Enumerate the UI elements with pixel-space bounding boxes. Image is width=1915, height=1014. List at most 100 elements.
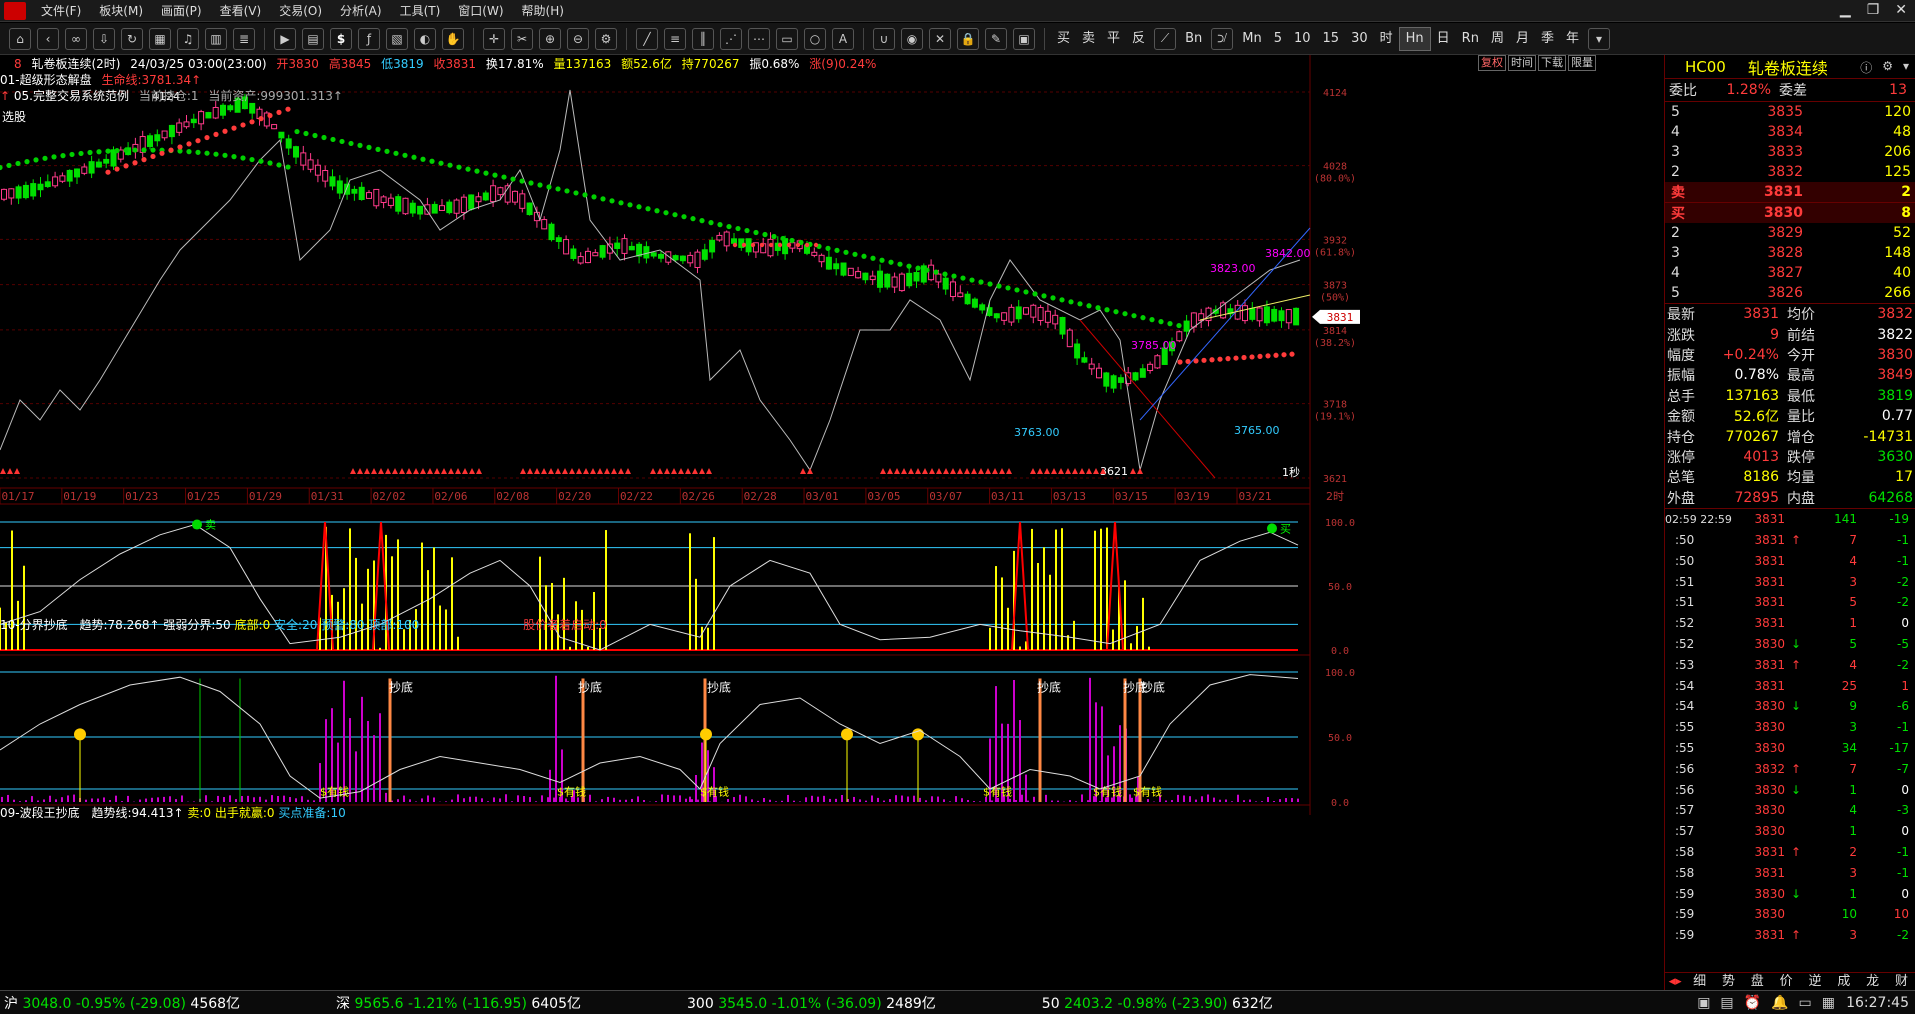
alarm-icon[interactable]: ⏰	[1744, 995, 1761, 1011]
magnet-icon[interactable]: ∪	[873, 27, 895, 50]
period-day[interactable]: 日	[1431, 28, 1456, 50]
index-sz[interactable]: 深 9565.6 -1.21% (-116.95) 6405亿	[336, 993, 581, 1013]
restore-icon[interactable]: ❐	[1867, 2, 1880, 18]
play-icon[interactable]: ▶	[274, 27, 296, 50]
period-30[interactable]: 30	[1345, 28, 1374, 50]
tick-list[interactable]: 02:59 22:59 3831 141 -19:50 3831 ↑ 7 -1:50 3831 4…	[1665, 509, 1915, 946]
zoom-in-icon[interactable]: ⊕	[539, 27, 561, 50]
period-week[interactable]: 周	[1485, 28, 1510, 50]
formula-icon[interactable]: ƒ	[358, 27, 380, 50]
bell-icon[interactable]: ♫	[177, 27, 199, 50]
line-tool-icon[interactable]: ╱	[636, 27, 658, 50]
kline-chart[interactable]: 41244028(80.0%)3932(61.8%)3873(50%)3814(…	[0, 55, 1603, 815]
scissors-icon[interactable]: ✂	[511, 27, 533, 50]
save-icon[interactable]: ▣	[1013, 27, 1035, 50]
fib-tool-icon[interactable]: ⋯	[748, 27, 770, 50]
crosshair-icon[interactable]: ✛	[483, 27, 505, 50]
indicator-name[interactable]: 10-分界抄底	[0, 618, 68, 632]
tab-price[interactable]: 价	[1772, 973, 1801, 990]
monitor-icon[interactable]: ▭	[1799, 995, 1812, 1011]
tab-book[interactable]: 盘	[1743, 973, 1772, 990]
chart-switch-icon[interactable]: ⟉	[1211, 27, 1234, 50]
zoom-out-icon[interactable]: ⊖	[567, 27, 589, 50]
refresh-icon[interactable]: ↻	[121, 27, 143, 50]
more-icon[interactable]: ▾	[1903, 59, 1909, 76]
menu-trade[interactable]: 交易(O)	[270, 0, 331, 22]
tab-reverse[interactable]: 逆	[1801, 973, 1830, 990]
close-position-button[interactable]: 平	[1101, 28, 1126, 50]
menu-analysis[interactable]: 分析(A)	[331, 0, 391, 22]
period-rn[interactable]: Rn	[1456, 28, 1485, 50]
reverse-button[interactable]: 反	[1126, 28, 1151, 50]
grid-icon[interactable]: ▦	[1822, 995, 1835, 1011]
back-icon[interactable]: ‹	[37, 27, 59, 50]
circle-tool-icon[interactable]: ○	[804, 27, 826, 50]
close-icon[interactable]: ✕	[1895, 2, 1907, 18]
sell-button[interactable]: 卖	[1076, 28, 1101, 50]
bar-chart-icon[interactable]: ▥	[205, 27, 227, 50]
cycle-tool-icon[interactable]: ║	[692, 27, 714, 50]
period-hour[interactable]: 时	[1374, 28, 1399, 50]
layers-icon[interactable]: ≣	[233, 27, 255, 50]
color-icon[interactable]: ◐	[414, 27, 436, 50]
index-sh[interactable]: 沪 3048.0 -0.95% (-29.08) 4568亿	[4, 993, 240, 1013]
document-icon[interactable]: ▤	[302, 27, 324, 50]
link-icon[interactable]: ∞	[65, 27, 87, 50]
hand-icon[interactable]: ✋	[442, 27, 464, 50]
period-hn[interactable]: Hn	[1398, 26, 1431, 51]
period-quarter[interactable]: 季	[1535, 28, 1560, 50]
index-300[interactable]: 300 3545.0 -1.01% (-36.09) 2489亿	[687, 993, 936, 1013]
tab-adjust[interactable]: 复权	[1478, 55, 1506, 71]
window-icon[interactable]: ▣	[1697, 995, 1710, 1011]
fan-tool-icon[interactable]: ⋰	[720, 27, 742, 50]
info-icon[interactable]: ⓘ	[1860, 59, 1872, 76]
grid-icon[interactable]: ▦	[149, 27, 171, 50]
delete-icon[interactable]: ✕	[929, 27, 951, 50]
menu-help[interactable]: 帮助(H)	[513, 0, 573, 22]
menu-view-layout[interactable]: 画面(P)	[152, 0, 211, 22]
menu-tools[interactable]: 工具(T)	[391, 0, 450, 22]
settings-icon[interactable]: ⚙	[1882, 59, 1893, 76]
bell-icon[interactable]: 🔔	[1771, 995, 1788, 1011]
indicator-name[interactable]: 05.完整交易系统范例	[14, 89, 129, 103]
indicator-name[interactable]: 09-波段王抄底	[0, 806, 80, 820]
eye-icon[interactable]: ◉	[901, 27, 923, 50]
channel-tool-icon[interactable]: ≡	[664, 27, 686, 50]
dropdown-icon[interactable]: ▾	[1588, 27, 1611, 50]
period-15[interactable]: 15	[1317, 28, 1346, 50]
menu-file[interactable]: 文件(F)	[32, 0, 90, 22]
home-icon[interactable]: ⌂	[9, 27, 31, 50]
rect-tool-icon[interactable]: ▭	[776, 27, 798, 50]
tab-trend[interactable]: 势	[1714, 973, 1743, 990]
menu-window[interactable]: 窗口(W)	[449, 0, 512, 22]
period-min[interactable]: Mn	[1236, 28, 1267, 50]
period-10[interactable]: 10	[1288, 28, 1317, 50]
tab-detail[interactable]: 细	[1685, 973, 1714, 990]
menu-view[interactable]: 查看(V)	[211, 0, 271, 22]
tab-dragon[interactable]: 龙	[1858, 973, 1887, 990]
chart-line-icon[interactable]: ⟋	[1154, 27, 1177, 50]
index-50[interactable]: 50 2403.2 -0.98% (-23.90) 632亿	[1042, 993, 1273, 1013]
minimize-icon[interactable]: ▁	[1840, 2, 1851, 18]
period-year[interactable]: 年	[1560, 28, 1585, 50]
indicator-name[interactable]: 01-超级形态解盘	[0, 73, 92, 87]
clipboard-icon[interactable]: ▤	[1720, 995, 1733, 1011]
period-month[interactable]: 月	[1510, 28, 1535, 50]
text-tool-icon[interactable]: A	[832, 27, 854, 50]
tab-finance[interactable]: 财	[1887, 973, 1915, 990]
pen-icon[interactable]: ✎	[985, 27, 1007, 50]
period-5[interactable]: 5	[1268, 28, 1288, 50]
tab-time[interactable]: 时间	[1508, 55, 1536, 71]
lock-icon[interactable]: 🔒	[957, 27, 979, 50]
tab-deal[interactable]: 成	[1829, 973, 1858, 990]
download-icon[interactable]: ⇩	[93, 27, 115, 50]
settings-icon[interactable]: ⚙	[595, 27, 617, 50]
tab-download[interactable]: 下载	[1538, 55, 1566, 71]
buy-button[interactable]: 买	[1051, 28, 1076, 50]
menu-sector[interactable]: 板块(M)	[90, 0, 152, 22]
quote-button[interactable]: Bn	[1179, 28, 1208, 50]
dollar-icon[interactable]: $	[330, 27, 352, 50]
stock-select-label[interactable]: 选股	[2, 108, 26, 125]
table-icon[interactable]: ▧	[386, 27, 408, 50]
tab-nav-icon[interactable]: ◂▸	[1665, 973, 1685, 990]
